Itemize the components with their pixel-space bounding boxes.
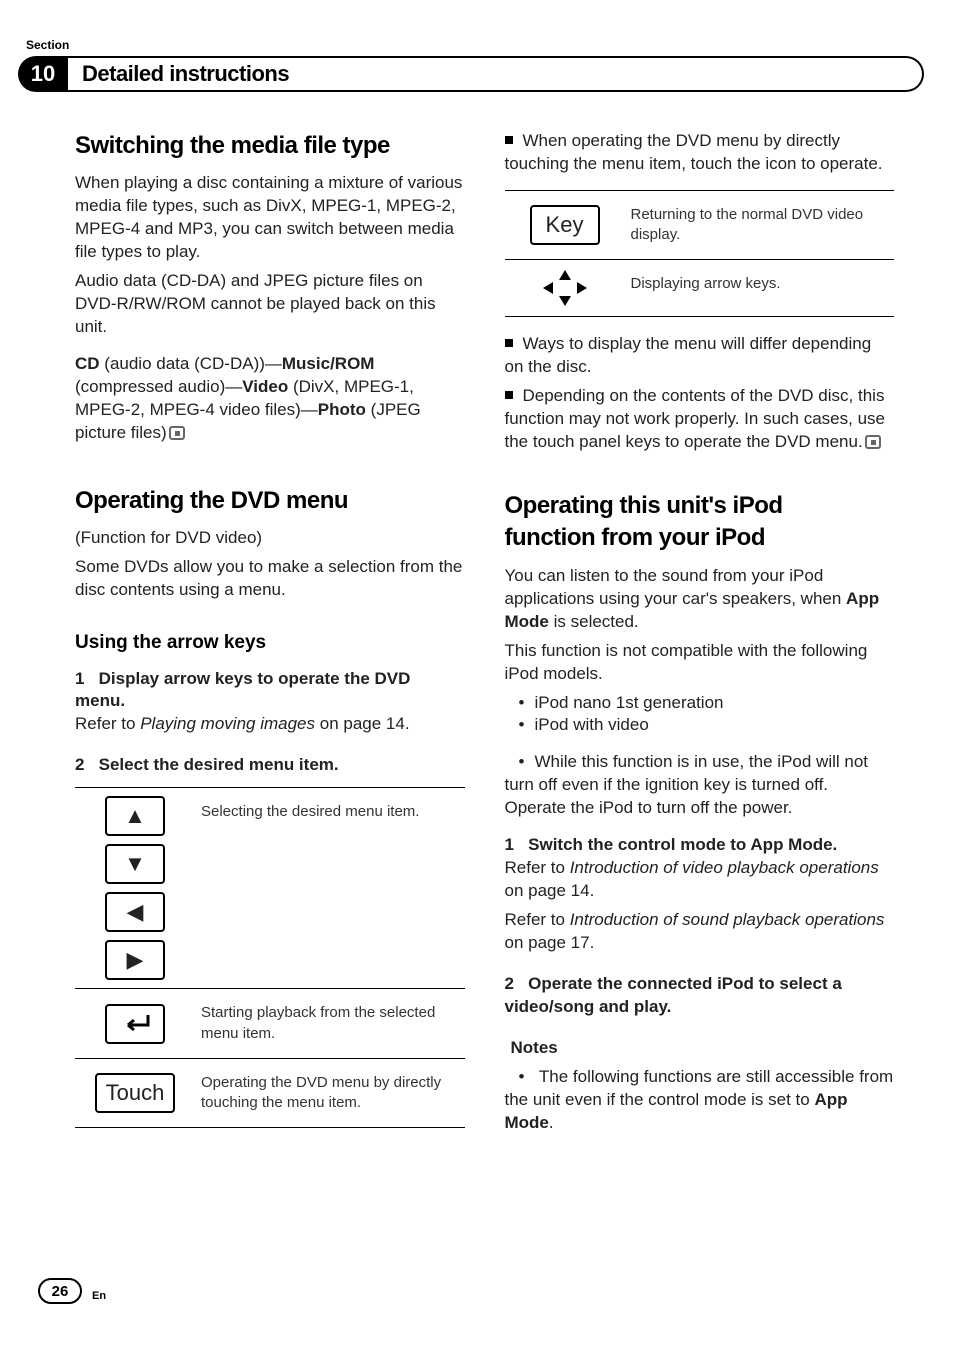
row1-desc: Selecting the desired menu item. bbox=[195, 788, 465, 988]
chain-cd-rest: (audio data (CD-DA))— bbox=[100, 354, 282, 373]
heading-arrow-keys: Using the arrow keys bbox=[75, 630, 465, 656]
right-bullet3: Depending on the contents of the DVD dis… bbox=[505, 385, 895, 454]
chain-music-bold: Music/ROM bbox=[282, 354, 375, 373]
notes-heading: Notes bbox=[511, 1037, 895, 1060]
ipod-step1-title: Switch the control mode to App Mode. bbox=[528, 835, 837, 854]
ipod-step1-ref2: Refer to Introduction of sound playback … bbox=[505, 909, 895, 955]
right-bullet2-text: Ways to display the menu will differ dep… bbox=[505, 334, 872, 376]
step1-refer: Refer to Playing moving images on page 1… bbox=[75, 713, 465, 736]
page-number: 26 bbox=[38, 1278, 82, 1304]
table-row: Displaying arrow keys. bbox=[505, 260, 895, 316]
ipod-p1-post: is selected. bbox=[549, 612, 639, 631]
heading-dvd-menu: Operating the DVD menu bbox=[75, 485, 465, 517]
header-bar: 10 Detailed instructions bbox=[18, 56, 924, 92]
key-cell-arrows4 bbox=[505, 260, 625, 316]
ref1-post: on page 14. bbox=[505, 881, 595, 900]
ipod-note-list: While this function is in use, the iPod … bbox=[505, 751, 895, 820]
key-cell-touch: Touch bbox=[75, 1059, 195, 1128]
step1-num: 1 bbox=[75, 669, 84, 688]
touch-key: Touch bbox=[95, 1073, 175, 1113]
row3-desc: Operating the DVD menu by directly touch… bbox=[195, 1059, 465, 1128]
heading-ipod-l1: Operating this unit's iPod bbox=[505, 490, 895, 522]
right-top-bullet: When operating the DVD menu by directly … bbox=[505, 130, 895, 176]
header-title-box: Detailed instructions bbox=[68, 56, 924, 92]
list-item: While this function is in use, the iPod … bbox=[505, 751, 895, 820]
step1-refer-pre: Refer to bbox=[75, 714, 140, 733]
chain-music-rest: (compressed audio)— bbox=[75, 377, 242, 396]
ref2-it: Introduction of sound playback operation… bbox=[570, 910, 885, 929]
bullet-icon bbox=[505, 136, 513, 144]
section-label: Section bbox=[26, 38, 69, 52]
chain-video-bold: Video bbox=[242, 377, 288, 396]
right-column: When operating the DVD menu by directly … bbox=[505, 130, 895, 1232]
list-item: iPod nano 1st generation bbox=[505, 692, 895, 715]
ipod-p2: This function is not compatible with the… bbox=[505, 640, 895, 686]
ref1-it: Introduction of video playback operation… bbox=[570, 858, 879, 877]
step1-refer-post: on page 14. bbox=[315, 714, 410, 733]
ref1-pre: Refer to bbox=[505, 858, 570, 877]
key-key: Key bbox=[530, 205, 600, 245]
ipod-step1-num: 1 bbox=[505, 835, 514, 854]
ipod-step2-title: Operate the connected iPod to select a v… bbox=[505, 974, 842, 1016]
left-column: Switching the media file type When playi… bbox=[75, 130, 465, 1232]
step1-refer-it: Playing moving images bbox=[140, 714, 315, 733]
end-section-icon bbox=[865, 435, 881, 449]
four-arrows-icon bbox=[537, 268, 593, 308]
ref2-post: on page 17. bbox=[505, 933, 595, 952]
heading-switching: Switching the media file type bbox=[75, 130, 465, 162]
ipod-p1-pre: You can listen to the sound from your iP… bbox=[505, 566, 847, 608]
note1-post: . bbox=[549, 1113, 554, 1132]
arrow-keys-table: ▲ ▼ ◀ ▶ Selecting the desired menu item.… bbox=[75, 787, 465, 1128]
step1-title: Display arrow keys to operate the DVD me… bbox=[75, 669, 410, 711]
notes-list: The following functions are still access… bbox=[505, 1066, 895, 1135]
bullet-icon bbox=[505, 339, 513, 347]
ipod-step1: 1 Switch the control mode to App Mode. bbox=[505, 834, 895, 857]
heading-ipod-l2: function from your iPod bbox=[505, 522, 895, 554]
key-cell-enter bbox=[75, 989, 195, 1058]
up-arrow-icon: ▲ bbox=[105, 796, 165, 836]
key-cell-key: Key bbox=[505, 191, 625, 260]
table-row: Starting playback from the selected menu… bbox=[75, 989, 465, 1059]
dvd-sub1: (Function for DVD video) bbox=[75, 527, 465, 550]
chain-photo-bold: Photo bbox=[318, 400, 366, 419]
section-number: 10 bbox=[18, 56, 68, 92]
rrow2-desc: Displaying arrow keys. bbox=[625, 260, 895, 316]
step2-title: Select the desired menu item. bbox=[99, 755, 339, 774]
right-top-text: When operating the DVD menu by directly … bbox=[505, 131, 883, 173]
ipod-step2: 2 Operate the connected iPod to select a… bbox=[505, 973, 895, 1019]
table-row: Key Returning to the normal DVD video di… bbox=[505, 191, 895, 261]
end-section-icon bbox=[169, 426, 185, 440]
switching-p2: Audio data (CD-DA) and JPEG picture file… bbox=[75, 270, 465, 339]
ipod-step1-ref1: Refer to Introduction of video playback … bbox=[505, 857, 895, 903]
bullet-icon bbox=[505, 391, 513, 399]
ref2-pre: Refer to bbox=[505, 910, 570, 929]
ipod-incompat-list: iPod nano 1st generation iPod with video bbox=[505, 692, 895, 738]
ipod-step2-num: 2 bbox=[505, 974, 514, 993]
header-title: Detailed instructions bbox=[82, 61, 289, 87]
table-row: ▲ ▼ ◀ ▶ Selecting the desired menu item. bbox=[75, 788, 465, 989]
left-arrow-icon: ◀ bbox=[105, 892, 165, 932]
switching-p1: When playing a disc containing a mixture… bbox=[75, 172, 465, 264]
page-lang: En bbox=[92, 1290, 106, 1302]
right-arrow-icon: ▶ bbox=[105, 940, 165, 980]
step2: 2 Select the desired menu item. bbox=[75, 754, 465, 777]
rrow1-desc: Returning to the normal DVD video displa… bbox=[625, 191, 895, 260]
enter-icon bbox=[105, 1004, 165, 1044]
step2-num: 2 bbox=[75, 755, 84, 774]
key-cell-arrows: ▲ ▼ ◀ ▶ bbox=[75, 788, 195, 988]
table-row: Touch Operating the DVD menu by directly… bbox=[75, 1059, 465, 1128]
key-table: Key Returning to the normal DVD video di… bbox=[505, 190, 895, 318]
chain-cd-bold: CD bbox=[75, 354, 100, 373]
down-arrow-icon: ▼ bbox=[105, 844, 165, 884]
list-item: The following functions are still access… bbox=[505, 1066, 895, 1135]
ipod-p1: You can listen to the sound from your iP… bbox=[505, 565, 895, 634]
step1: 1 Display arrow keys to operate the DVD … bbox=[75, 668, 465, 714]
row2-desc: Starting playback from the selected menu… bbox=[195, 989, 465, 1058]
list-item: iPod with video bbox=[505, 714, 895, 737]
switching-chain: CD (audio data (CD-DA))—Music/ROM (compr… bbox=[75, 353, 465, 445]
right-bullet3-text: Depending on the contents of the DVD dis… bbox=[505, 386, 885, 451]
right-bullet2: Ways to display the menu will differ dep… bbox=[505, 333, 895, 379]
dvd-sub2: Some DVDs allow you to make a selection … bbox=[75, 556, 465, 602]
